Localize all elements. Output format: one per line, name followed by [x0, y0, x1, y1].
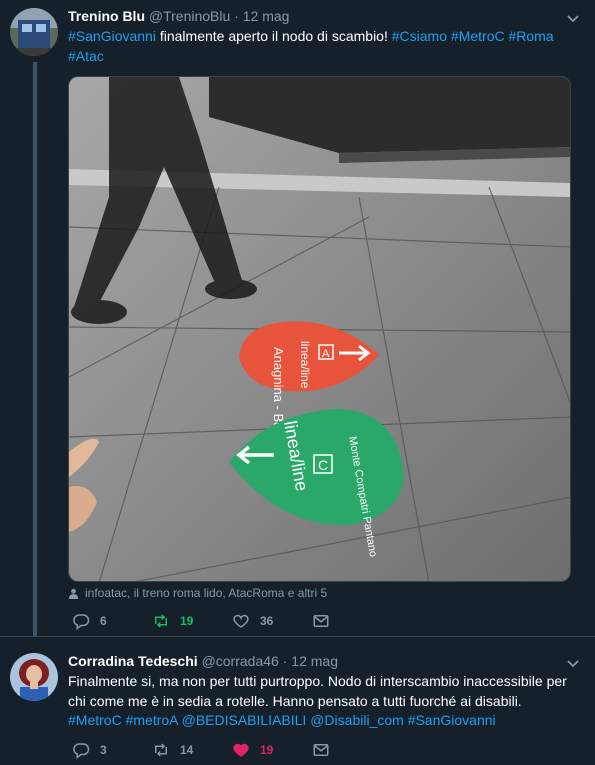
like-button[interactable]: 36: [232, 612, 312, 630]
envelope-icon: [313, 615, 329, 627]
tweet-actions: 3 14 19: [72, 741, 392, 759]
mention-link[interactable]: @BEDISABILIABILI: [182, 712, 307, 728]
chevron-down-icon[interactable]: [565, 655, 581, 671]
tweet[interactable]: Trenino Blu @TreninoBlu · 12 mag #SanGio…: [0, 0, 595, 636]
reply-button[interactable]: 6: [72, 612, 152, 630]
hashtag-link[interactable]: #MetroC: [451, 28, 505, 44]
reply-count: 3: [100, 743, 107, 757]
dm-button[interactable]: [312, 741, 392, 759]
hashtag-link[interactable]: #MetroC: [68, 712, 122, 728]
hashtag-link[interactable]: #SanGiovanni: [68, 28, 156, 44]
retweet-count: 19: [180, 614, 194, 628]
tweet-photo[interactable]: Anagnina - Battistini linea/line A linea…: [68, 76, 571, 582]
dm-button[interactable]: [312, 612, 392, 630]
heart-icon: [233, 614, 249, 628]
reply-button[interactable]: 3: [72, 741, 152, 759]
text-run: finalmente aperto il nodo di scambio!: [155, 28, 392, 44]
heart-icon: [233, 743, 249, 757]
sign-c-letter: C: [318, 457, 328, 473]
retweet-icon: [155, 743, 167, 757]
envelope-icon: [313, 744, 329, 756]
tweet-header: Corradina Tedeschi @corrada46 · 12 mag: [68, 653, 338, 669]
like-count: 36: [260, 614, 274, 628]
tagged-users[interactable]: infoatac, il treno roma lido, AtacRoma e…: [68, 586, 327, 600]
retweet-icon: [155, 614, 167, 628]
retweet-button[interactable]: 14: [152, 741, 232, 759]
handle[interactable]: @corrada46: [202, 653, 279, 669]
text-run: Finalmente si, ma non per tutti purtropp…: [68, 673, 567, 709]
hashtag-link[interactable]: #Csiamo: [392, 28, 447, 44]
sign-a-letter: A: [322, 348, 330, 360]
separator: ·: [278, 653, 292, 669]
mention-link[interactable]: @Disabili_com: [310, 712, 404, 728]
retweet-count: 14: [180, 743, 194, 757]
thread-line: [33, 62, 37, 636]
hashtag-link[interactable]: #metroA: [126, 712, 178, 728]
tweet-actions: 6 19 36: [72, 612, 392, 630]
reply-icon: [73, 614, 90, 630]
tagged-users-text: infoatac, il treno roma lido, AtacRoma e…: [85, 586, 328, 600]
timestamp[interactable]: 12 mag: [243, 8, 290, 24]
hashtag-link[interactable]: #Atac: [68, 48, 104, 64]
avatar[interactable]: [10, 653, 58, 701]
avatar[interactable]: [10, 8, 58, 56]
reply-icon: [73, 743, 90, 759]
reply-count: 6: [100, 614, 107, 628]
sign-a-line: linea/line: [298, 341, 312, 389]
tweet-header: Trenino Blu @TreninoBlu · 12 mag: [68, 8, 289, 24]
separator: ·: [230, 8, 243, 24]
person-icon: [68, 588, 79, 599]
hashtag-link[interactable]: #Roma: [508, 28, 553, 44]
display-name[interactable]: Corradina Tedeschi: [68, 653, 198, 669]
display-name[interactable]: Trenino Blu: [68, 8, 145, 24]
timestamp[interactable]: 12 mag: [291, 653, 338, 669]
like-count: 19: [260, 743, 274, 757]
hashtag-link[interactable]: #SanGiovanni: [408, 712, 496, 728]
handle[interactable]: @TreninoBlu: [149, 8, 230, 24]
chevron-down-icon[interactable]: [565, 10, 581, 26]
like-button[interactable]: 19: [232, 741, 312, 759]
retweet-button[interactable]: 19: [152, 612, 232, 630]
tweet[interactable]: Corradina Tedeschi @corrada46 · 12 mag F…: [0, 636, 595, 765]
tweet-text: #SanGiovanni finalmente aperto il nodo d…: [68, 27, 578, 66]
tweet-text: Finalmente si, ma non per tutti purtropp…: [68, 672, 578, 731]
